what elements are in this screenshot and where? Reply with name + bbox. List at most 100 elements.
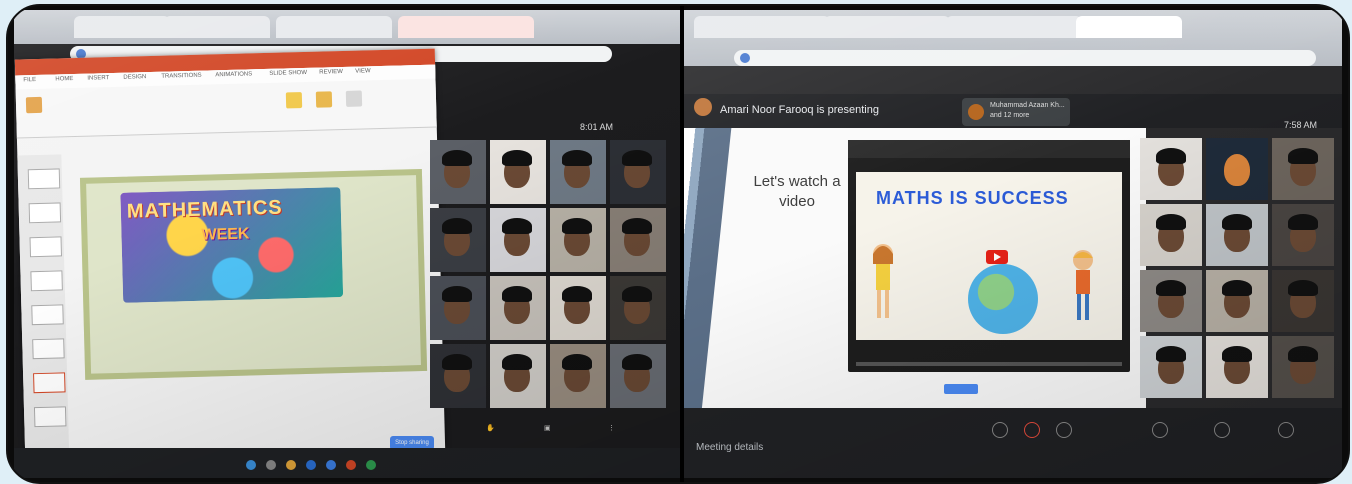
avatar — [968, 104, 984, 120]
mathematics-week-illustration: MATHEMATICS WEEK — [120, 187, 344, 303]
slide-text: Let's watch a video — [753, 173, 841, 210]
browser-tab-bar — [14, 10, 680, 44]
powerpoint-window: FILE HOME INSERT DESIGN TRANSITIONS ANIM… — [14, 48, 446, 460]
participant-tile[interactable] — [1140, 336, 1202, 398]
browser-tab[interactable] — [946, 16, 1082, 38]
participant-tile[interactable] — [1272, 138, 1334, 200]
math-art-title: MATHEMATICS — [126, 196, 283, 223]
video-action-button[interactable] — [944, 384, 978, 394]
participant-tile[interactable] — [550, 276, 606, 340]
play-icon[interactable] — [986, 250, 1008, 264]
participant-tile[interactable] — [1272, 204, 1334, 266]
participant-tile[interactable] — [610, 140, 666, 204]
present-icon[interactable]: ▣ — [544, 424, 551, 432]
slide-thumbnail-pane — [17, 154, 70, 456]
ribbon-tab-transitions[interactable]: TRANSITIONS — [161, 73, 201, 80]
edge-icon[interactable] — [326, 460, 336, 470]
search-icon[interactable] — [266, 460, 276, 470]
participant-tile[interactable] — [610, 276, 666, 340]
participant-tile[interactable] — [1140, 138, 1202, 200]
slide-thumbnail[interactable] — [32, 338, 65, 360]
ribbon-tab-home[interactable]: HOME — [55, 76, 73, 82]
raise-hand-icon[interactable]: ✋ — [486, 424, 495, 432]
word-icon[interactable] — [306, 460, 316, 470]
participant-video-grid — [1140, 138, 1338, 408]
ribbon-tab-design[interactable]: DESIGN — [123, 74, 146, 81]
participants-chip-label: Muhammad Azaan Kh... and 12 more — [990, 102, 1065, 119]
math-art-subtitle: WEEK — [201, 225, 250, 244]
arrange-icon[interactable] — [315, 91, 333, 108]
presenter-avatar — [694, 98, 712, 116]
browser-tab[interactable] — [276, 16, 392, 38]
browser-tab[interactable] — [824, 16, 950, 38]
participant-tile[interactable] — [430, 276, 486, 340]
participant-tile[interactable] — [550, 344, 606, 408]
participant-tile[interactable] — [490, 140, 546, 204]
browser-tab[interactable] — [398, 16, 534, 38]
browser-tab[interactable] — [74, 16, 170, 38]
address-bar[interactable] — [734, 50, 1316, 66]
browser-tab[interactable] — [164, 16, 270, 38]
shapes-icon[interactable] — [285, 92, 303, 109]
video-frame: MATHS IS SUCCESS — [856, 172, 1122, 340]
participant-tile[interactable] — [1206, 270, 1268, 332]
video-progress-bar[interactable] — [856, 362, 1122, 366]
participant-tile[interactable] — [430, 208, 486, 272]
browser-tab-active[interactable] — [1076, 16, 1182, 38]
participant-tile[interactable] — [610, 208, 666, 272]
meet-clock: 8:01 AM — [580, 122, 614, 132]
participant-tile[interactable] — [1206, 204, 1268, 266]
participant-tile[interactable] — [1272, 336, 1334, 398]
photo-frame: FILE HOME INSERT DESIGN TRANSITIONS ANIM… — [6, 4, 1350, 484]
raise-hand-icon[interactable] — [1152, 422, 1168, 438]
participant-tile[interactable] — [550, 140, 606, 204]
slide-thumbnail[interactable] — [31, 304, 64, 326]
paste-icon[interactable] — [25, 96, 43, 114]
ribbon-tab-view[interactable]: VIEW — [355, 68, 370, 74]
camera-icon[interactable] — [1056, 422, 1072, 438]
end-call-icon[interactable] — [1024, 422, 1040, 438]
embedded-video-player[interactable]: MATHS IS SUCCESS — [848, 140, 1130, 372]
video-title: MATHS IS SUCCESS — [876, 188, 1069, 208]
participant-tile[interactable] — [430, 344, 486, 408]
slide-thumbnail[interactable] — [27, 168, 61, 190]
meet-bottom-bar — [684, 408, 1342, 478]
participant-tile[interactable] — [1140, 270, 1202, 332]
participant-tile[interactable] — [1206, 138, 1268, 200]
participant-tile[interactable] — [550, 208, 606, 272]
slide-thumbnail-selected[interactable] — [33, 372, 66, 394]
microphone-icon[interactable] — [992, 422, 1008, 438]
participant-tile[interactable] — [490, 276, 546, 340]
participant-tile[interactable] — [490, 344, 546, 408]
more-options-icon[interactable]: ⋮ — [608, 424, 615, 432]
presenter-label: Amari Noor Farooq is presenting — [720, 104, 879, 116]
video-header — [848, 140, 1130, 158]
slide-thumbnail[interactable] — [33, 406, 67, 428]
participant-tile[interactable] — [490, 208, 546, 272]
ribbon-tab-slide-show[interactable]: SLIDE SHOW — [269, 70, 307, 77]
windows-taskbar — [14, 448, 680, 478]
participant-tile[interactable] — [610, 344, 666, 408]
ribbon-tab-animations[interactable]: ANIMATIONS — [215, 71, 252, 78]
ribbon-tab-insert[interactable]: INSERT — [87, 75, 109, 82]
participant-tile[interactable] — [430, 140, 486, 204]
file-explorer-icon[interactable] — [286, 460, 296, 470]
slide-thumbnail[interactable] — [30, 270, 63, 292]
slide-thumbnail[interactable] — [29, 236, 63, 258]
quick-styles-icon[interactable] — [345, 90, 363, 107]
ribbon-tab-review[interactable]: REVIEW — [319, 69, 343, 76]
participants-chip[interactable]: Muhammad Azaan Kh... and 12 more — [962, 98, 1070, 126]
browser-tab[interactable] — [694, 16, 830, 38]
slide-thumbnail[interactable] — [28, 202, 62, 224]
chrome-icon[interactable] — [366, 460, 376, 470]
more-options-icon[interactable] — [1278, 422, 1294, 438]
present-icon[interactable] — [1214, 422, 1230, 438]
meeting-details-button[interactable]: Meeting details — [696, 442, 763, 453]
ribbon-tab-file[interactable]: FILE — [23, 77, 36, 83]
participant-tile[interactable] — [1140, 204, 1202, 266]
participant-tile[interactable] — [1206, 336, 1268, 398]
right-screen-photo: Amari Noor Farooq is presenting Muhammad… — [684, 10, 1342, 478]
windows-start-icon[interactable] — [246, 460, 256, 470]
participant-tile[interactable] — [1272, 270, 1334, 332]
powerpoint-icon[interactable] — [346, 460, 356, 470]
